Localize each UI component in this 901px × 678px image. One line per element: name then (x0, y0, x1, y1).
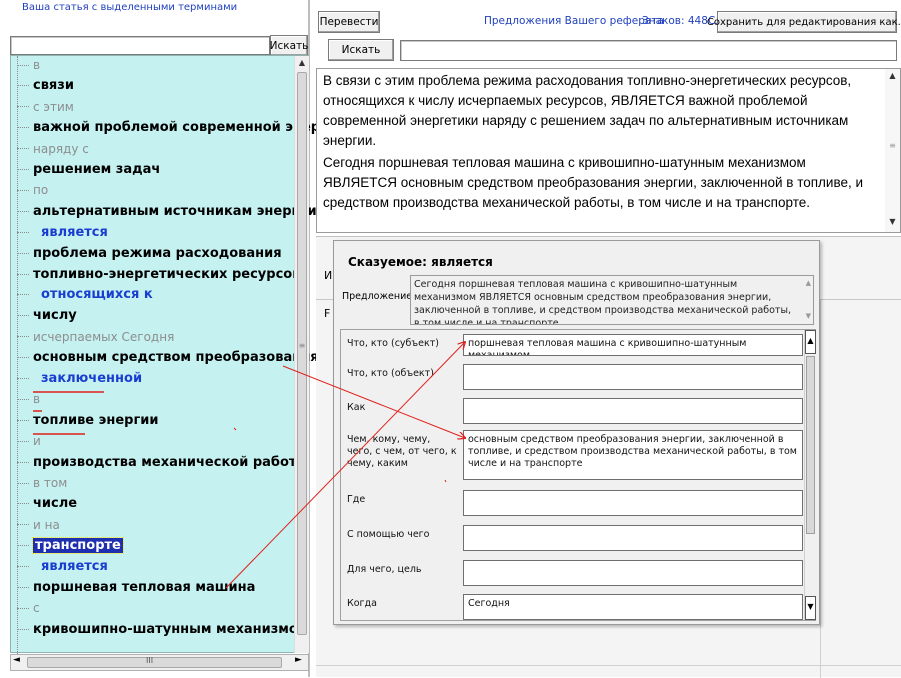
red-dot-1 (233, 427, 237, 431)
annotation-arrow-object (282, 365, 465, 438)
annotation-overlay (33, 0, 901, 589)
red-dot-2 (444, 479, 447, 483)
annotation-arrow-subject (225, 342, 465, 589)
